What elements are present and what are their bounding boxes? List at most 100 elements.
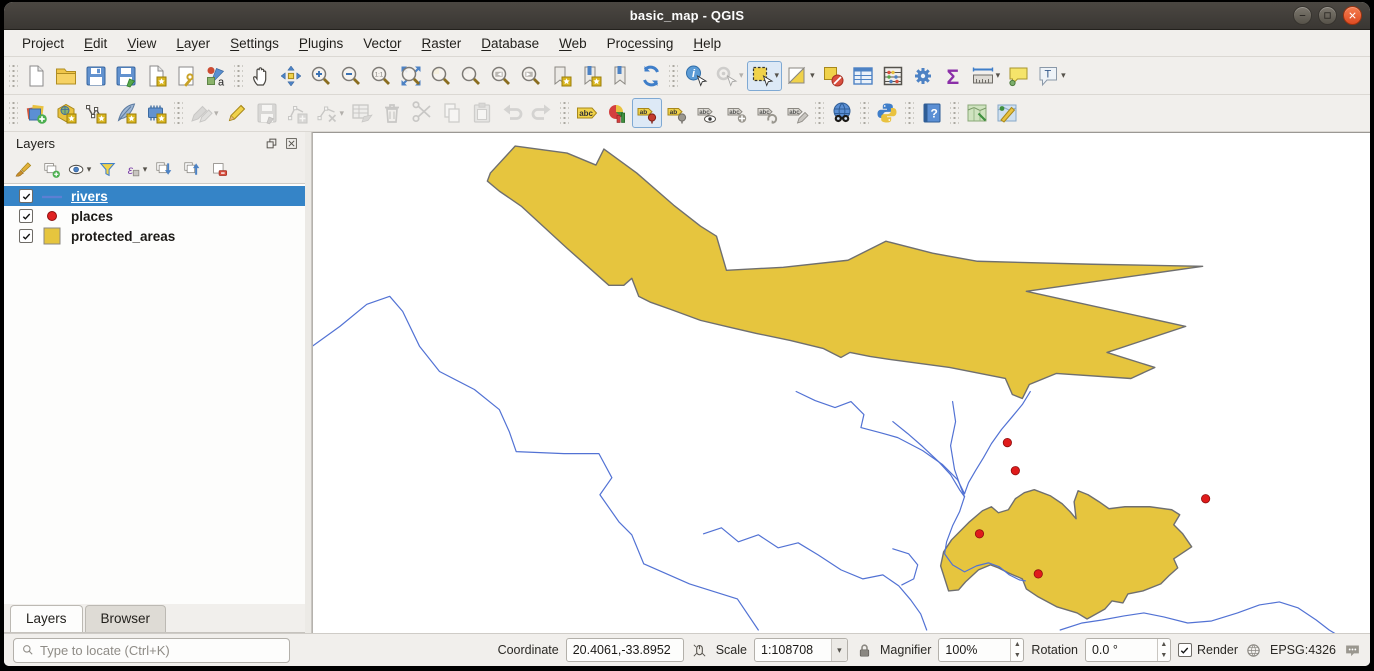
crs-globe-icon[interactable] [1245, 641, 1263, 659]
new-geopackage-layer-button[interactable] [51, 98, 81, 128]
change-label-button[interactable]: abc [782, 98, 812, 128]
add-feature-button[interactable] [282, 98, 312, 128]
menu-view[interactable]: View [117, 32, 166, 55]
current-edits-button[interactable]: ▾ [186, 98, 222, 128]
redo-button[interactable] [527, 98, 557, 128]
lock-scale-icon[interactable] [855, 641, 873, 659]
measure-line-button[interactable]: ▾ [968, 61, 1004, 91]
modify-attributes-button[interactable] [347, 98, 377, 128]
menu-edit[interactable]: Edit [74, 32, 117, 55]
open-project-button[interactable] [51, 61, 81, 91]
delete-selected-button[interactable] [377, 98, 407, 128]
dropdown-arrow-icon[interactable]: ▾ [739, 71, 744, 80]
show-layout-manager-button[interactable] [171, 61, 201, 91]
toolbar-handle[interactable] [815, 101, 824, 125]
dropdown-arrow-icon[interactable]: ▾ [1061, 71, 1066, 80]
panel-close-icon[interactable] [283, 136, 299, 152]
layer-row-places[interactable]: places [4, 206, 305, 226]
toolbar-handle[interactable] [905, 101, 914, 125]
processing-toolbox-button[interactable] [908, 61, 938, 91]
layer-row-protected_areas[interactable]: protected_areas [4, 226, 305, 246]
collapse-all-button[interactable] [178, 157, 204, 181]
toolbar-handle[interactable] [9, 64, 18, 88]
layer-visibility-checkbox[interactable] [19, 209, 33, 223]
zoom-last-button[interactable] [486, 61, 516, 91]
close-button[interactable] [1343, 6, 1362, 25]
vertex-tool-button[interactable]: ▾ [312, 98, 348, 128]
toggle-editing-button[interactable] [222, 98, 252, 128]
toolbar-handle[interactable] [9, 101, 18, 125]
open-field-calculator-button[interactable] [878, 61, 908, 91]
toolbar-handle[interactable] [234, 64, 243, 88]
menu-database[interactable]: Database [471, 32, 549, 55]
zoom-to-layer-button[interactable] [456, 61, 486, 91]
zoom-next-button[interactable] [516, 61, 546, 91]
coordinate-input[interactable] [567, 643, 683, 657]
save-project-as-button[interactable] [111, 61, 141, 91]
menu-project[interactable]: Project [12, 32, 74, 55]
toolbar-handle[interactable] [860, 101, 869, 125]
zoom-full-button[interactable] [396, 61, 426, 91]
dropdown-arrow-icon[interactable]: ▾ [810, 71, 815, 80]
zoom-in-button[interactable] [306, 61, 336, 91]
panel-splitter[interactable] [305, 132, 312, 633]
layer-visibility-checkbox[interactable] [19, 229, 33, 243]
refresh-button[interactable] [636, 61, 666, 91]
maximize-button[interactable] [1318, 6, 1337, 25]
locator-bar[interactable] [13, 638, 290, 663]
dropdown-arrow-icon[interactable]: ▾ [996, 71, 1001, 80]
render-checkbox[interactable]: Render [1178, 643, 1238, 657]
cut-features-button[interactable] [407, 98, 437, 128]
map-view[interactable] [312, 132, 1370, 633]
pin-unpin-labels-button[interactable]: ab [632, 98, 662, 128]
layer-row-rivers[interactable]: rivers [4, 186, 305, 206]
remove-layer-group-button[interactable] [206, 157, 232, 181]
panel-float-icon[interactable] [263, 136, 279, 152]
dropdown-arrow-icon[interactable]: ▾ [775, 71, 780, 80]
save-layer-edits-button[interactable] [252, 98, 282, 128]
map-canvas[interactable] [313, 133, 1370, 633]
select-features-button[interactable]: ▾ [747, 61, 783, 91]
new-project-button[interactable] [21, 61, 51, 91]
menu-plugins[interactable]: Plugins [289, 32, 353, 55]
new-spatialite-layer-button[interactable] [111, 98, 141, 128]
menu-vector[interactable]: Vector [353, 32, 411, 55]
messages-icon[interactable] [1343, 641, 1361, 659]
extents-toggle-icon[interactable] [691, 641, 709, 659]
rotation-input[interactable] [1086, 643, 1157, 657]
panel-tab-layers[interactable]: Layers [10, 605, 83, 632]
rotation-up-icon[interactable]: ▲ [1158, 639, 1170, 650]
show-spatial-bookmarks-button[interactable] [576, 61, 606, 91]
zoom-native-button[interactable]: 1:1 [366, 61, 396, 91]
panel-tab-browser[interactable]: Browser [85, 605, 167, 632]
layer-diagram-options-button[interactable] [602, 98, 632, 128]
layer-labeling-options-button[interactable]: abc [572, 98, 602, 128]
save-project-button[interactable] [81, 61, 111, 91]
plugin-sketch-tool-button[interactable] [992, 98, 1022, 128]
move-label-button[interactable]: abc [722, 98, 752, 128]
identify-features-button[interactable]: i [681, 61, 711, 91]
toolbar-handle[interactable] [174, 101, 183, 125]
style-manager-button[interactable]: a [201, 61, 231, 91]
help-contents-button[interactable]: ? [917, 98, 947, 128]
select-features-by-value-button[interactable]: ▾ [782, 61, 818, 91]
pan-to-selection-button[interactable] [276, 61, 306, 91]
toolbar-handle[interactable] [950, 101, 959, 125]
zoom-out-button[interactable] [336, 61, 366, 91]
filter-legend-button[interactable] [94, 157, 120, 181]
scale-combo[interactable]: ▾ [754, 638, 848, 662]
new-virtual-layer-button[interactable] [141, 98, 171, 128]
show-hide-labels-button[interactable]: abc [692, 98, 722, 128]
pan-map-button[interactable] [246, 61, 276, 91]
crs-status[interactable]: EPSG:4326 [1270, 643, 1336, 657]
dropdown-arrow-icon[interactable]: ▾ [87, 165, 92, 174]
python-console-button[interactable] [872, 98, 902, 128]
text-annotation-button[interactable]: T▾ [1033, 61, 1069, 91]
open-layer-styling-panel-button[interactable] [10, 157, 36, 181]
map-tips-button[interactable] [1003, 61, 1033, 91]
new-shapefile-layer-button[interactable] [81, 98, 111, 128]
rotation-down-icon[interactable]: ▼ [1158, 650, 1170, 661]
manage-map-themes-button[interactable]: ▾ [66, 157, 92, 181]
highlight-pinned-labels-button[interactable]: ab [662, 98, 692, 128]
title-bar[interactable]: basic_map - QGIS [4, 2, 1370, 30]
